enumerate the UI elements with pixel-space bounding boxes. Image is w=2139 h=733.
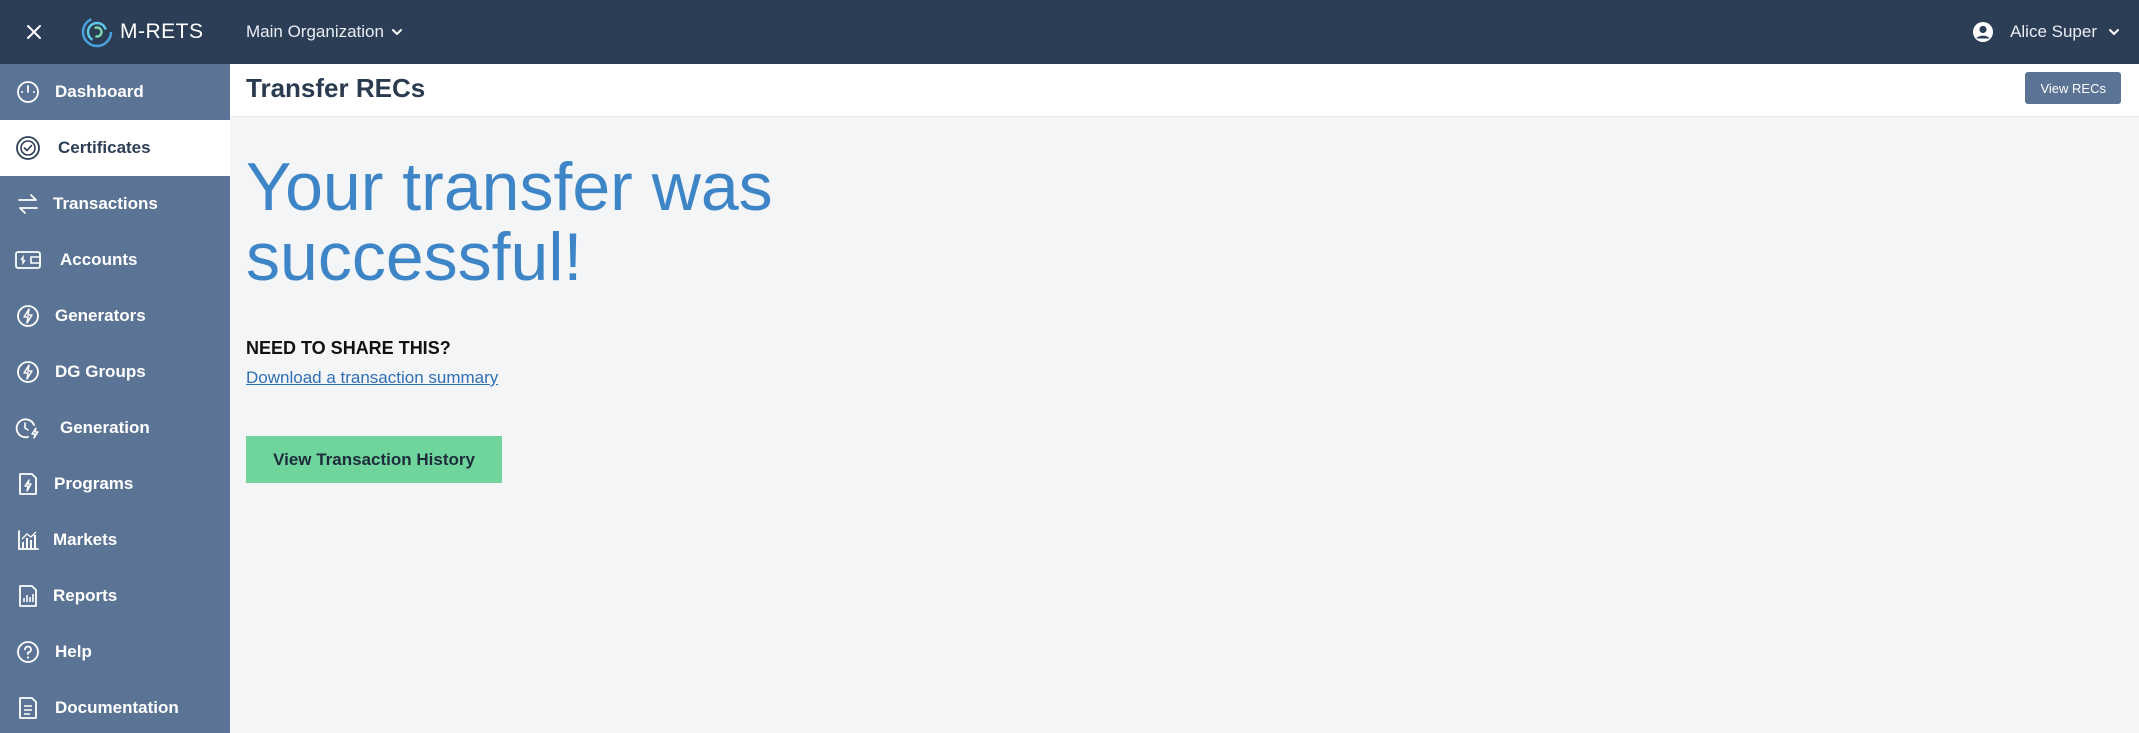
sidebar-item-label: Programs (54, 474, 134, 493)
chevron-down-icon (391, 29, 402, 35)
sidebar-item-label: Dashboard (55, 82, 144, 101)
bolt-circle-icon (14, 302, 42, 330)
sidebar-item-certificates[interactable]: Certificates (0, 120, 230, 176)
clock-bolt-icon (14, 414, 42, 442)
sidebar-item-help[interactable]: Help (0, 624, 230, 680)
sidebar-item-label: Certificates (58, 138, 151, 157)
brand-name: M-RETS (120, 20, 204, 43)
sidebar-item-label: Accounts (60, 250, 138, 269)
transfer-arrows-icon (14, 190, 42, 218)
wallet-icon (14, 246, 42, 274)
user-avatar (1972, 21, 1994, 43)
user-menu[interactable]: Alice Super (1972, 0, 2121, 64)
question-circle-icon (14, 638, 42, 666)
close-menu-button[interactable] (18, 16, 50, 48)
view-recs-button[interactable]: View RECs (2025, 72, 2121, 104)
organization-selector[interactable]: Main Organization (246, 0, 404, 64)
sidebar-item-label: Generators (55, 306, 146, 325)
sidebar-item-markets[interactable]: Markets (0, 512, 230, 568)
share-heading: NEED TO SHARE THIS? (246, 338, 451, 358)
sidebar-item-label: DG Groups (55, 362, 146, 381)
chevron-down-icon (2109, 29, 2119, 35)
sidebar-item-documentation[interactable]: Documentation (0, 680, 230, 733)
document-bolt-icon (14, 470, 42, 498)
view-transaction-history-button[interactable]: View Transaction History (246, 436, 502, 483)
sidebar-item-label: Generation (60, 418, 150, 437)
swirl-logo-icon (81, 16, 113, 48)
user-circle-icon (1973, 22, 1994, 42)
sidebar-item-label: Transactions (53, 194, 158, 213)
top-bar: M-RETS Main Organization Alice Super (0, 0, 2139, 64)
brand-logo[interactable]: M-RETS (80, 14, 204, 50)
sidebar-item-generation[interactable]: Generation (0, 400, 230, 456)
main-content: Your transfer was successful! NEED TO SH… (230, 118, 2139, 733)
dashboard-gauge-icon (14, 78, 42, 106)
page-title: Transfer RECs (246, 73, 426, 103)
sidebar-item-dashboard[interactable]: Dashboard (0, 64, 230, 120)
sidebar: Dashboard Certificates Transactions Acco… (0, 64, 230, 733)
sidebar-item-label: Reports (53, 586, 118, 605)
document-lines-icon (14, 694, 42, 722)
report-chart-icon (14, 582, 42, 610)
sidebar-item-transactions[interactable]: Transactions (0, 176, 230, 232)
certificate-seal-icon (14, 134, 42, 162)
close-icon (27, 25, 41, 39)
sidebar-item-label: Help (55, 642, 92, 661)
sidebar-item-generators[interactable]: Generators (0, 288, 230, 344)
download-summary-link[interactable]: Download a transaction summary (246, 368, 498, 388)
sidebar-item-label: Documentation (55, 698, 179, 717)
sidebar-item-reports[interactable]: Reports (0, 568, 230, 624)
bolt-circle-icon (14, 358, 42, 386)
organization-name: Main Organization (246, 22, 384, 41)
bar-chart-icon (14, 526, 42, 554)
user-name: Alice Super (2010, 22, 2097, 41)
page-header: Transfer RECs View RECs (230, 64, 2139, 117)
sidebar-item-dg-groups[interactable]: DG Groups (0, 344, 230, 400)
sidebar-item-programs[interactable]: Programs (0, 456, 230, 512)
success-message: Your transfer was successful! (246, 149, 773, 295)
sidebar-item-accounts[interactable]: Accounts (0, 232, 230, 288)
sidebar-item-label: Markets (53, 530, 118, 549)
